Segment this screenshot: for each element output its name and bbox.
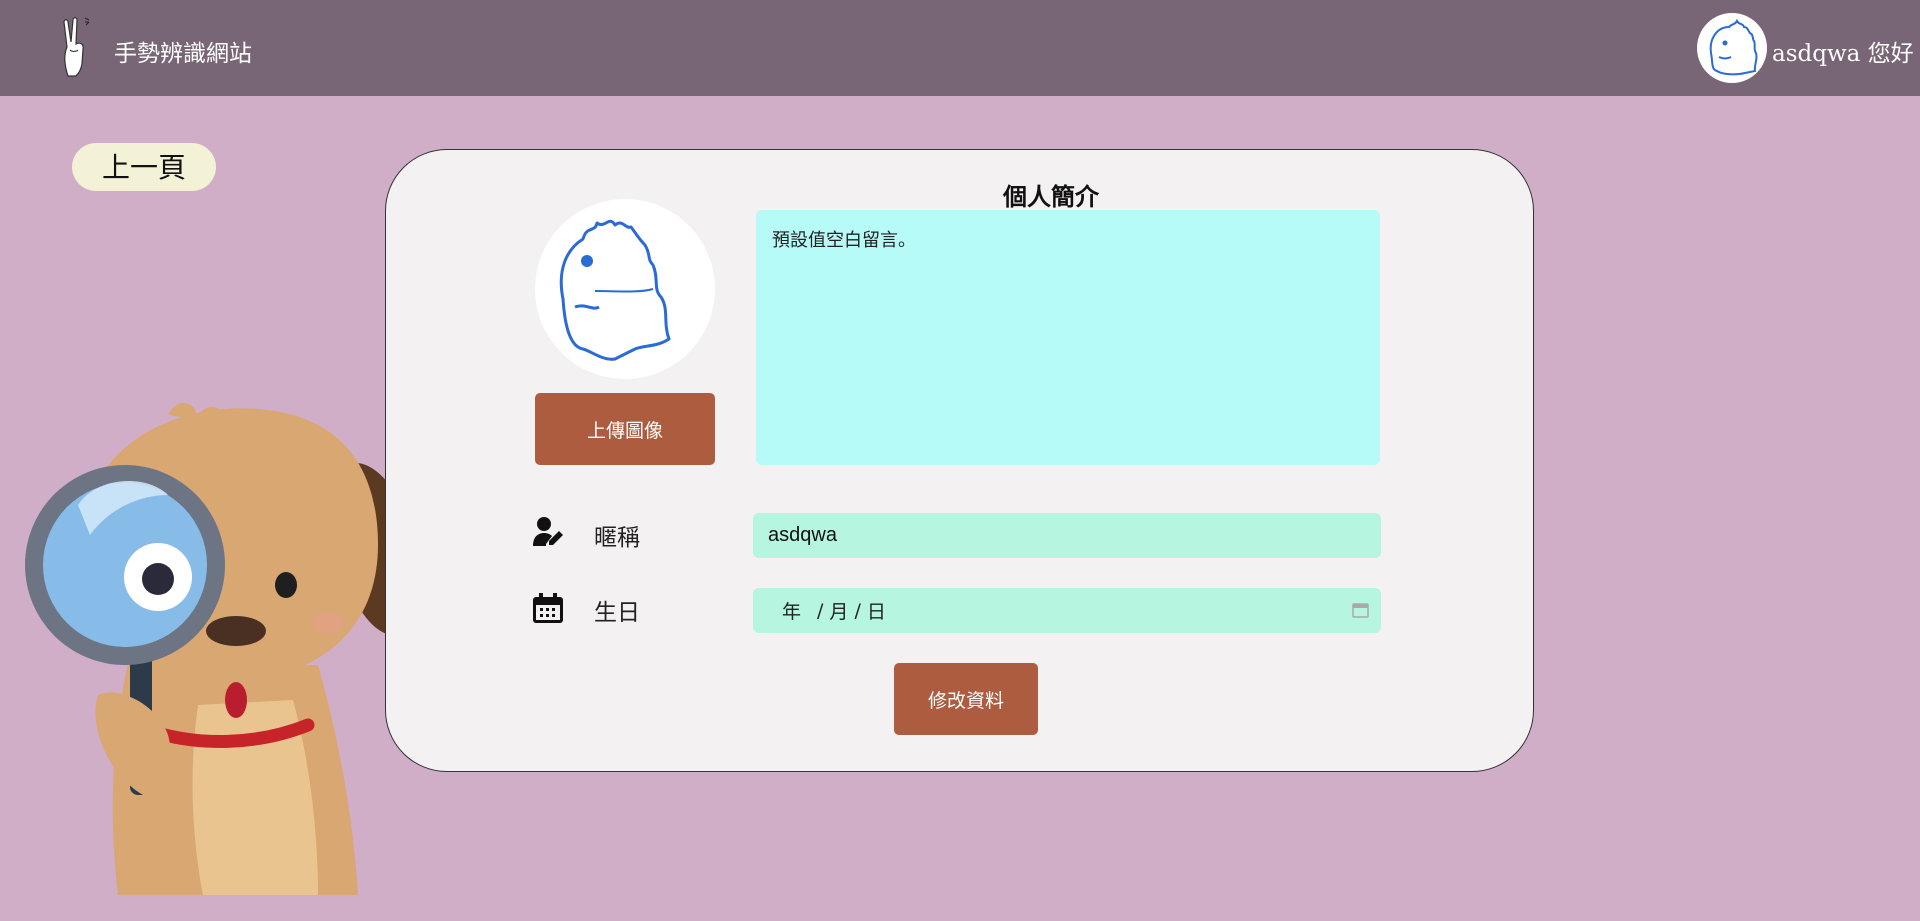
bio-textarea[interactable]: 預設值空白留言。 (756, 210, 1380, 465)
calendar-icon (533, 593, 563, 623)
profile-avatar (535, 199, 715, 379)
back-button[interactable]: 上一頁 (72, 143, 216, 191)
nickname-label: 暱稱 (594, 525, 640, 551)
date-separator: / (817, 599, 824, 622)
header-avatar[interactable] (1697, 13, 1767, 83)
birthday-label: 生日 (594, 600, 640, 626)
site-title[interactable]: 手勢辨識網站 (114, 34, 252, 68)
date-year-segment[interactable]: 年 (782, 597, 801, 624)
user-edit-icon (533, 517, 563, 546)
date-day-segment[interactable]: 日 (867, 597, 886, 624)
birthday-date-input[interactable]: 年 / 月 / 日 (753, 588, 1381, 633)
top-navbar: 手勢辨識網站 asdqwa 您好 (0, 0, 1920, 96)
date-month-segment[interactable]: 月 (829, 597, 848, 624)
update-profile-button[interactable]: 修改資料 (894, 663, 1038, 735)
date-separator: / (854, 599, 861, 622)
nickname-input[interactable] (753, 513, 1381, 558)
calendar-mini-icon[interactable] (1352, 601, 1369, 618)
upload-image-button[interactable]: 上傳圖像 (535, 393, 715, 465)
profile-heading: 個人簡介 (1003, 183, 1099, 211)
user-greeting[interactable]: asdqwa 您好 (1772, 34, 1914, 68)
hand-gesture-icon[interactable] (58, 14, 92, 78)
